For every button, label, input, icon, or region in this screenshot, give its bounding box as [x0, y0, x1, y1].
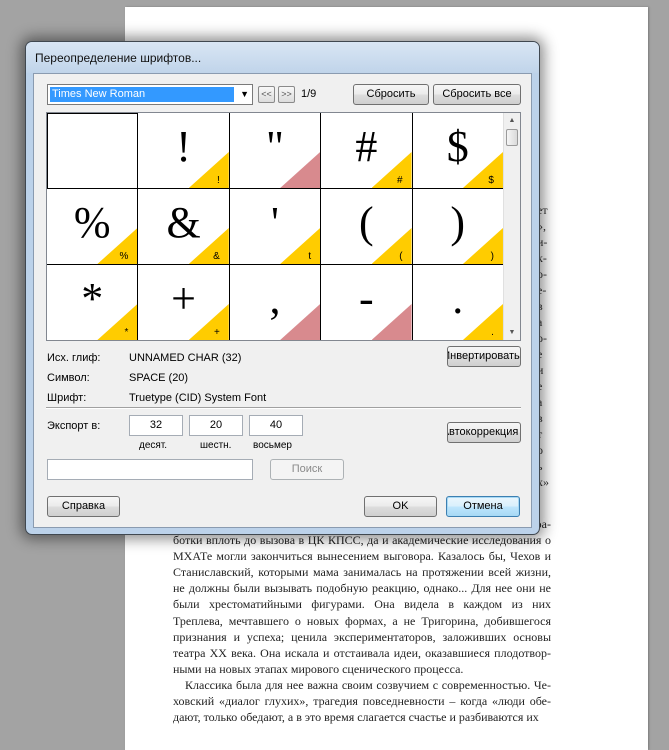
glyph-cell[interactable]: & & — [138, 189, 230, 265]
source-glyph-value: UNNAMED CHAR (32) — [129, 352, 242, 364]
glyph-mapped-label: + — [213, 327, 220, 338]
invert-button[interactable]: Инвертировать — [447, 346, 521, 367]
ok-button[interactable]: OK — [364, 496, 437, 517]
help-button[interactable]: Справка — [47, 496, 120, 517]
glyph-cell[interactable]: , — [229, 265, 322, 340]
scroll-down-icon[interactable]: ▼ — [504, 325, 520, 340]
glyph-cell[interactable]: - — [321, 265, 413, 340]
dialog-titlebar[interactable]: Переопределение шрифтов... — [26, 42, 539, 73]
glyph-mapped-label: . — [491, 327, 494, 338]
glyph-cell[interactable]: !! — [138, 113, 230, 189]
next-page-button[interactable]: >> — [278, 86, 295, 103]
document-paragraph: в постановке А. Эфроса вызывали бурную п… — [173, 517, 551, 676]
separator — [46, 407, 521, 409]
cancel-button[interactable]: Отмена — [446, 496, 520, 517]
decimal-caption: десят. — [139, 440, 168, 451]
glyph-cell[interactable]: )) — [412, 189, 504, 265]
export-decimal-field[interactable]: 32 — [129, 415, 183, 436]
export-octal-field[interactable]: 40 — [249, 415, 303, 436]
symbol-label: Символ: — [47, 372, 90, 384]
font-override-dialog: Переопределение шрифтов... Times New Rom… — [25, 41, 540, 535]
glyph-cell[interactable]: $ $ — [412, 113, 504, 189]
page-indicator: 1/9 — [301, 88, 317, 100]
scroll-up-icon[interactable]: ▲ — [504, 113, 520, 128]
glyph-mapped-label: % — [119, 251, 129, 262]
font-label: Шрифт: — [47, 392, 87, 404]
glyph-mapped-label: * — [124, 327, 129, 338]
glyph-mapped-label: ) — [490, 251, 494, 262]
glyph-cell[interactable]: .. — [412, 265, 504, 340]
search-button[interactable]: Поиск — [270, 459, 344, 480]
glyph-cell[interactable]: + + — [138, 265, 230, 340]
document-paragraph: Классика была для нее важна своим созвуч… — [173, 677, 551, 725]
symbol-value: SPACE (20) — [129, 372, 189, 384]
octal-caption: восьмер — [253, 440, 292, 451]
glyph-cell[interactable]: # # — [321, 113, 413, 189]
glyph-cell[interactable]: ' t — [229, 189, 322, 265]
glyph-mapped-label: ! — [217, 175, 220, 186]
hex-caption: шестн. — [200, 440, 232, 451]
glyph-cell[interactable] — [47, 113, 139, 189]
autocorrect-button-label: Автокоррекция — [447, 426, 519, 438]
glyph-mapped-label: # — [397, 175, 403, 186]
invert-button-label: Инвертировать — [447, 350, 520, 362]
dialog-client-area: Times New Roman ▼ << >> 1/9 Сбросить Сбр… — [33, 73, 532, 528]
font-select[interactable]: Times New Roman ▼ — [47, 84, 253, 105]
glyph-mapped-label: & — [213, 251, 220, 262]
glyph-mapped-label: ( — [399, 251, 403, 262]
search-input[interactable] — [47, 459, 253, 480]
glyph-cell[interactable]: " — [229, 113, 322, 189]
glyph-mapped-label: t — [308, 251, 312, 262]
scrollbar-thumb[interactable] — [506, 129, 518, 146]
document-body-text: в постановке А. Эфроса вызывали бурную п… — [173, 516, 551, 725]
chevron-down-icon[interactable]: ▼ — [240, 89, 249, 99]
glyph-cell[interactable]: (( — [321, 189, 413, 265]
reset-button[interactable]: Сбросить — [353, 84, 429, 105]
glyph-grid-panel: !! " # # $ $%% & & ' t(()) * * + +, -.. ▲ ▼ — [46, 112, 521, 341]
reset-all-button[interactable]: Сбросить все — [433, 84, 521, 105]
autocorrect-button[interactable]: Автокоррекция — [447, 422, 521, 443]
glyph-cell[interactable]: %% — [47, 189, 139, 265]
dialog-title: Переопределение шрифтов... — [35, 50, 202, 65]
glyph-mapped-label: $ — [488, 175, 494, 186]
glyph-cell[interactable]: * * — [47, 265, 139, 340]
font-select-value: Times New Roman — [50, 87, 234, 102]
font-value: Truetype (CID) System Font — [129, 392, 267, 404]
export-label: Экспорт в: — [47, 420, 101, 432]
glyph-grid: !! " # # $ $%% & & ' t(()) * * + +, -.. — [47, 113, 504, 340]
prev-page-button[interactable]: << — [258, 86, 275, 103]
export-hex-field[interactable]: 20 — [189, 415, 243, 436]
source-glyph-label: Исх. глиф: — [47, 352, 101, 364]
glyph-grid-scrollbar[interactable]: ▲ ▼ — [503, 113, 520, 340]
